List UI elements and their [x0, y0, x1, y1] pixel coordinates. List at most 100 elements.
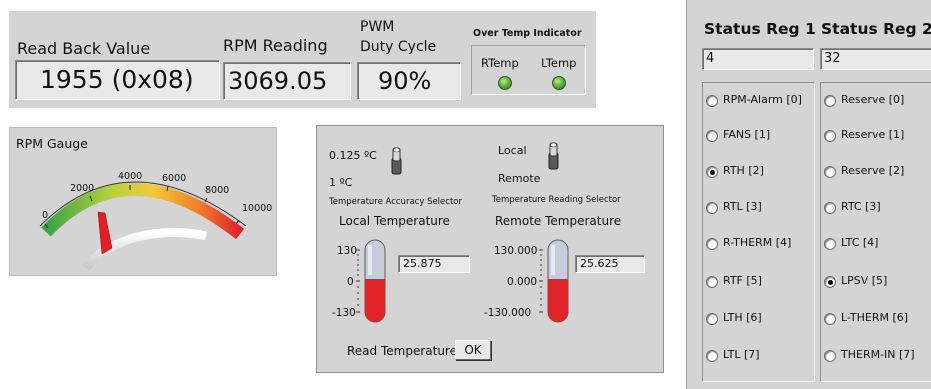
remote-temp-title: Remote Temperature — [495, 214, 622, 228]
accuracy-hi-label: 0.125 ºC — [329, 149, 377, 162]
status-reg1-group — [702, 82, 815, 382]
status-reg1-radio-item[interactable]: RTL [3] — [706, 200, 762, 216]
status-reg2-radio-label: LPSV [5] — [841, 274, 888, 287]
status-reg1-value: 4 — [702, 48, 814, 70]
remote-scale-bot: -130.000 — [484, 307, 532, 319]
status-reg2-radio-item[interactable]: Reserve [2] — [824, 164, 904, 180]
status-reg1-radio-item[interactable]: LTL [7] — [706, 348, 760, 364]
status-reg1-radio-label: RPM-Alarm [0] — [723, 93, 802, 106]
status-reg1-radio-item[interactable]: R-THERM [4] — [706, 236, 791, 252]
accuracy-caption: Temperature Accuracy Selector — [329, 197, 462, 207]
pwm-value: 90% — [357, 62, 461, 100]
rpm-gauge-panel: RPM Gauge 0 2000 4000 6000 8000 10000 — [9, 127, 277, 276]
gauge-tick-label: 0 — [42, 210, 49, 221]
rpm-label: RPM Reading — [223, 36, 328, 55]
radio-button[interactable] — [706, 130, 718, 142]
radio-button[interactable] — [824, 95, 836, 107]
gauge-tick-label: 10000 — [242, 203, 273, 214]
status-reg2-radio-label: Reserve [1] — [841, 128, 905, 141]
radio-button[interactable] — [706, 313, 718, 325]
radio-button[interactable] — [706, 166, 718, 178]
status-reg2-radio-label: LTC [4] — [841, 236, 879, 249]
status-reg2-radio-label: Reserve [2] — [841, 164, 905, 177]
over-temp-title: Over Temp Indicator — [473, 28, 582, 39]
radio-button[interactable] — [824, 350, 836, 362]
radio-button[interactable] — [824, 130, 836, 142]
gauge-color-arc — [41, 183, 245, 240]
local-thermometer — [356, 239, 386, 323]
status-reg1-radio-label: RTF [5] — [723, 274, 762, 287]
rpm-value: 3069.05 — [223, 62, 351, 100]
remote-thermometer — [539, 239, 569, 323]
status-register-panel: Status Reg 1 4 Status Reg 2 32 RPM-Alarm… — [686, 0, 931, 389]
source-remote-label: Remote — [498, 172, 541, 185]
ltemp-label: LTemp — [541, 56, 577, 70]
status-reg1-radio-label: RTL [3] — [723, 200, 762, 213]
local-temp-title: Local Temperature — [339, 214, 450, 228]
status-reg1-title: Status Reg 1 — [704, 20, 816, 38]
status-reg1-radio-item[interactable]: RTF [5] — [706, 274, 762, 290]
over-temp-box — [471, 45, 586, 95]
pwm-label-line1: PWM — [360, 19, 395, 35]
status-reg2-radio-label: Reserve [0] — [841, 93, 905, 106]
status-reg1-radio-label: LTH [6] — [723, 311, 762, 324]
status-reg2-radio-item[interactable]: L-THERM [6] — [824, 311, 908, 327]
remote-temp-value: 25.625 — [575, 255, 645, 273]
status-reg1-radio-label: R-THERM [4] — [723, 236, 792, 249]
status-reg2-radio-label: THERM-IN [7] — [841, 348, 915, 361]
status-reg1-radio-label: RTH [2] — [723, 164, 764, 177]
status-reg1-radio-item[interactable]: RPM-Alarm [0] — [706, 93, 802, 109]
accuracy-lo-label: 1 ºC — [329, 176, 353, 189]
status-reg2-radio-label: RTC [3] — [841, 200, 881, 213]
status-reg1-radio-label: LTL [7] — [723, 348, 760, 361]
readout-panel: Read Back Value 1955 (0x08) RPM Reading … — [9, 11, 596, 108]
source-local-label: Local — [498, 144, 527, 157]
radio-button[interactable] — [706, 95, 718, 107]
over-temp-group: Over Temp Indicator RTemp LTemp — [469, 15, 591, 99]
local-temp-value: 25.875 — [398, 255, 470, 273]
radio-button[interactable] — [824, 238, 836, 250]
radio-button[interactable] — [824, 276, 836, 288]
radio-button[interactable] — [824, 166, 836, 178]
status-reg2-radio-item[interactable]: Reserve [0] — [824, 93, 904, 109]
status-reg2-radio-item[interactable]: RTC [3] — [824, 200, 881, 216]
gauge-needle — [97, 211, 113, 255]
remote-scale-top: 130.000 — [494, 245, 538, 257]
gauge-tick-label: 4000 — [118, 171, 143, 182]
radio-button[interactable] — [824, 202, 836, 214]
temperature-panel: 0.125 ºC 1 ºC Temperature Accuracy Selec… — [316, 125, 664, 373]
read-back-value: 1955 (0x08) — [15, 60, 220, 100]
radio-button[interactable] — [706, 350, 718, 362]
radio-button[interactable] — [706, 276, 718, 288]
status-reg2-radio-item[interactable]: LPSV [5] — [824, 274, 887, 290]
local-scale-mid: 0 — [347, 276, 354, 288]
radio-button[interactable] — [824, 313, 836, 325]
status-reg2-radio-item[interactable]: Reserve [1] — [824, 128, 904, 144]
pwm-label-line2: Duty Cycle — [360, 39, 437, 55]
source-toggle-switch[interactable] — [546, 141, 562, 171]
rtemp-label: RTemp — [481, 56, 519, 70]
status-reg1-radio-label: FANS [1] — [723, 128, 771, 141]
status-reg1-radio-item[interactable]: RTH [2] — [706, 164, 764, 180]
local-scale-bot: -130 — [332, 307, 356, 319]
gauge-tick-label: 8000 — [205, 185, 230, 196]
radio-button[interactable] — [706, 238, 718, 250]
status-reg2-title: Status Reg 2 — [821, 20, 931, 38]
status-reg1-radio-item[interactable]: LTH [6] — [706, 311, 762, 327]
ltemp-led-indicator — [552, 76, 566, 90]
accuracy-toggle-switch[interactable] — [389, 146, 405, 176]
remote-scale-mid: 0.000 — [507, 276, 538, 288]
status-reg2-radio-item[interactable]: THERM-IN [7] — [824, 348, 915, 364]
status-reg2-radio-item[interactable]: LTC [4] — [824, 236, 878, 252]
status-reg2-value: 32 — [820, 48, 931, 70]
ok-button[interactable]: OK — [455, 340, 491, 360]
gauge-tick-label: 6000 — [162, 173, 187, 184]
read-back-label: Read Back Value — [17, 39, 151, 58]
read-temperature-label: Read Temperature — [347, 344, 457, 358]
status-reg2-radio-label: L-THERM [6] — [841, 311, 909, 324]
gauge-tick-label: 2000 — [70, 183, 95, 194]
status-reg1-radio-item[interactable]: FANS [1] — [706, 128, 770, 144]
radio-button[interactable] — [706, 202, 718, 214]
rpm-gauge — [39, 181, 247, 271]
status-reg2-group — [820, 82, 931, 382]
